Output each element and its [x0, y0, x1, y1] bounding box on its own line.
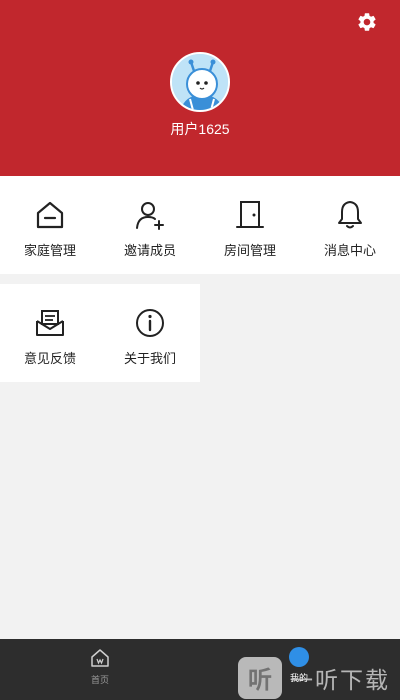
gear-icon — [358, 13, 376, 31]
menu-item-label: 邀请成员 — [123, 243, 176, 258]
menu-grid-row2: 意见反馈 关于我们 — [0, 284, 200, 382]
add-user-icon — [136, 202, 164, 230]
tab-home-label: 首页 — [90, 675, 109, 685]
menu-item-label: 消息中心 — [323, 243, 376, 258]
menu-item-family-management[interactable]: 家庭管理 — [0, 176, 100, 274]
watermark-text: 一听下载 — [290, 666, 390, 693]
tab-home[interactable]: 首页 — [65, 639, 135, 700]
menu-item-label: 关于我们 — [123, 351, 176, 366]
avatar[interactable] — [170, 52, 230, 112]
door-icon — [236, 201, 264, 228]
home-tab-icon — [91, 649, 109, 667]
bell-icon — [338, 201, 362, 229]
profile-header: 用户1625 — [0, 0, 400, 176]
watermark: 听 一听下载 — [238, 655, 400, 700]
home-icon — [36, 201, 64, 229]
username-label: 用户1625 — [170, 121, 230, 137]
menu-item-label: 家庭管理 — [23, 243, 76, 258]
menu-item-message-center[interactable]: 消息中心 — [300, 176, 400, 274]
settings-button[interactable] — [356, 11, 378, 33]
cartoon-avatar-icon — [172, 54, 228, 110]
feedback-envelope-icon — [36, 310, 64, 336]
menu-item-label: 意见反馈 — [23, 351, 76, 366]
menu-item-room-management[interactable]: 房间管理 — [200, 176, 300, 274]
menu-item-about-us[interactable]: 关于我们 — [100, 284, 200, 382]
watermark-logo: 听 — [238, 656, 282, 699]
menu-item-label: 房间管理 — [223, 243, 276, 258]
menu-item-invite-members[interactable]: 邀请成员 — [100, 176, 200, 274]
menu-item-feedback[interactable]: 意见反馈 — [0, 284, 100, 382]
info-icon — [136, 309, 164, 337]
menu-grid-row1: 家庭管理 邀请成员 房间管理 消息中心 — [0, 176, 400, 274]
